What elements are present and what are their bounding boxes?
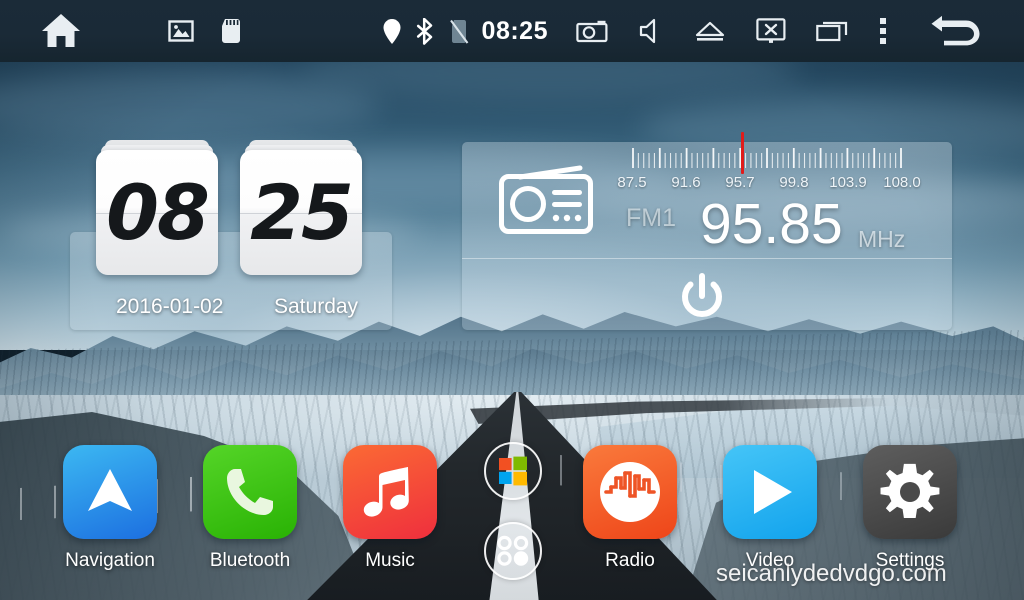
app-navigation[interactable]: Navigation	[55, 445, 165, 572]
app-label-radio: Radio	[605, 550, 655, 571]
clock-minute-card[interactable]: 25	[240, 140, 362, 275]
app-label-bluetooth: Bluetooth	[209, 550, 291, 571]
tuner-scale-label: 108.0	[883, 174, 921, 191]
radio-tuner-scale[interactable]: 87.5 91.6 95.7 99.8 103.9 108.0	[617, 132, 921, 198]
back-arrow-icon[interactable]	[930, 15, 984, 47]
clock-minute-value: 25	[250, 167, 354, 257]
tuner-scale-label: 95.7	[725, 174, 755, 191]
app-video[interactable]: Video	[715, 445, 825, 572]
clock-hour-card[interactable]: 08	[96, 140, 218, 275]
app-drawer-button[interactable]	[484, 522, 542, 580]
app-settings[interactable]: Settings	[855, 445, 965, 572]
tuner-scale-label: 91.6	[671, 174, 701, 191]
tuner-needle	[740, 132, 744, 174]
app-label-video: Video	[745, 550, 795, 571]
app-bluetooth[interactable]: Bluetooth	[195, 445, 305, 572]
windows-logo-icon	[499, 456, 527, 486]
tuner-scale-ticks	[632, 148, 902, 168]
card-face: 08	[96, 150, 218, 275]
radio-icon	[498, 160, 594, 241]
overflow-menu-icon[interactable]	[880, 17, 888, 45]
radio-panel-divider	[462, 258, 952, 259]
sim-off-icon[interactable]	[448, 18, 470, 45]
radio-frequency-unit: MHz	[858, 226, 906, 252]
radio-band-label: FM1	[626, 204, 676, 232]
eject-icon[interactable]	[694, 19, 726, 43]
radio-power-button[interactable]	[676, 272, 728, 324]
navigation-arrow-icon	[88, 469, 132, 511]
app-music[interactable]: Music	[335, 445, 445, 572]
screen-off-icon[interactable]	[756, 18, 786, 44]
app-tile	[63, 445, 157, 539]
location-pin-icon[interactable]	[382, 18, 402, 45]
clock-hour-value: 08	[106, 167, 210, 257]
volume-icon[interactable]	[638, 18, 664, 44]
tuner-scale-labels: 87.5 91.6 95.7 99.8 103.9 108.0	[614, 174, 920, 194]
windows-logo-button[interactable]	[484, 442, 542, 500]
app-tile	[723, 445, 817, 539]
camera-icon[interactable]	[576, 19, 608, 43]
home-icon[interactable]	[40, 12, 82, 50]
app-label-settings: Settings	[875, 550, 945, 571]
clock-date-label: 2016-01-02	[116, 295, 224, 318]
recents-icon[interactable]	[816, 20, 848, 42]
radio-waveform-icon	[600, 462, 660, 522]
app-drawer-icon	[497, 535, 529, 566]
radio-frequency-value: 95.85	[700, 192, 843, 256]
sd-card-icon[interactable]	[220, 18, 242, 44]
play-triangle-icon	[754, 470, 792, 514]
clock-weekday-label: Saturday	[274, 295, 359, 318]
tuner-scale-label: 103.9	[829, 174, 867, 191]
bluetooth-icon[interactable]	[416, 17, 434, 45]
app-radio[interactable]: Radio	[575, 445, 685, 572]
gallery-icon[interactable]	[168, 19, 194, 43]
tuner-scale-label: 99.8	[779, 174, 809, 191]
app-label-music: Music	[365, 550, 415, 571]
app-dock: Navigation Bluetooth Music Radio Video S…	[0, 440, 1024, 600]
phone-handset-icon	[227, 469, 273, 515]
app-tile	[343, 445, 437, 539]
app-tile	[583, 445, 677, 539]
app-tile	[863, 445, 957, 539]
gear-icon	[880, 463, 940, 518]
status-bar: 08:25	[0, 0, 1024, 62]
app-tile	[203, 445, 297, 539]
card-face: 25	[240, 150, 362, 275]
music-note-icon	[363, 467, 409, 517]
status-bar-clock: 08:25	[481, 16, 548, 45]
tuner-scale-label: 87.5	[617, 174, 647, 191]
app-label-navigation: Navigation	[65, 550, 155, 571]
